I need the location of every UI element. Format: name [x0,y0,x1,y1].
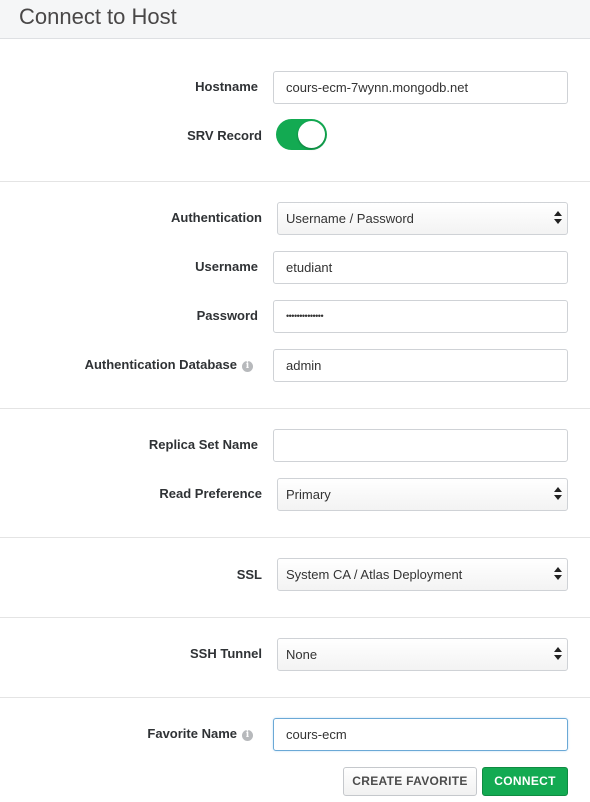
auth-database-input[interactable] [273,349,568,382]
password-label: Password [196,308,258,323]
read-preference-label: Read Preference [159,486,262,501]
hostname-input[interactable] [273,71,568,104]
password-input[interactable]: •••••••••••••• [273,300,568,333]
select-arrows-icon [554,487,562,503]
favorite-name-input[interactable] [273,718,568,751]
section-divider [0,617,590,618]
section-divider [0,537,590,538]
replica-set-name-label: Replica Set Name [148,437,258,452]
replica-set-name-input[interactable] [273,429,568,462]
hostname-label: Hostname [195,79,258,94]
create-favorite-button[interactable]: CREATE FAVORITE [343,767,477,796]
favorite-name-label: Favorite Name i [147,726,253,741]
section-divider [0,697,590,698]
ssh-tunnel-label: SSH Tunnel [190,646,262,661]
toggle-knob [298,121,325,148]
page-title: Connect to Host [19,4,177,29]
dialog-header: Connect to Host [0,0,590,39]
username-label: Username [195,259,258,274]
read-preference-selected: Primary [286,487,331,502]
favorite-name-label-text: Favorite Name [147,726,237,741]
read-preference-select[interactable]: Primary [277,478,568,511]
ssl-select[interactable]: System CA / Atlas Deployment [277,558,568,591]
select-arrows-icon [554,647,562,663]
ssl-selected: System CA / Atlas Deployment [286,567,463,582]
section-divider [0,181,590,182]
auth-database-label: Authentication Database i [85,357,253,372]
select-arrows-icon [554,211,562,227]
authentication-selected: Username / Password [286,211,414,226]
srv-record-toggle[interactable] [276,119,327,150]
authentication-select[interactable]: Username / Password [277,202,568,235]
srv-record-label: SRV Record [187,128,262,143]
section-divider [0,408,590,409]
ssh-tunnel-select[interactable]: None [277,638,568,671]
authentication-label: Authentication [171,210,262,225]
select-arrows-icon [554,567,562,583]
info-icon[interactable]: i [242,730,253,741]
auth-database-label-text: Authentication Database [84,357,237,372]
connect-button[interactable]: CONNECT [482,767,568,796]
username-input[interactable] [273,251,568,284]
info-icon[interactable]: i [242,361,253,372]
ssh-tunnel-selected: None [286,647,318,662]
ssl-label: SSL [236,567,262,582]
